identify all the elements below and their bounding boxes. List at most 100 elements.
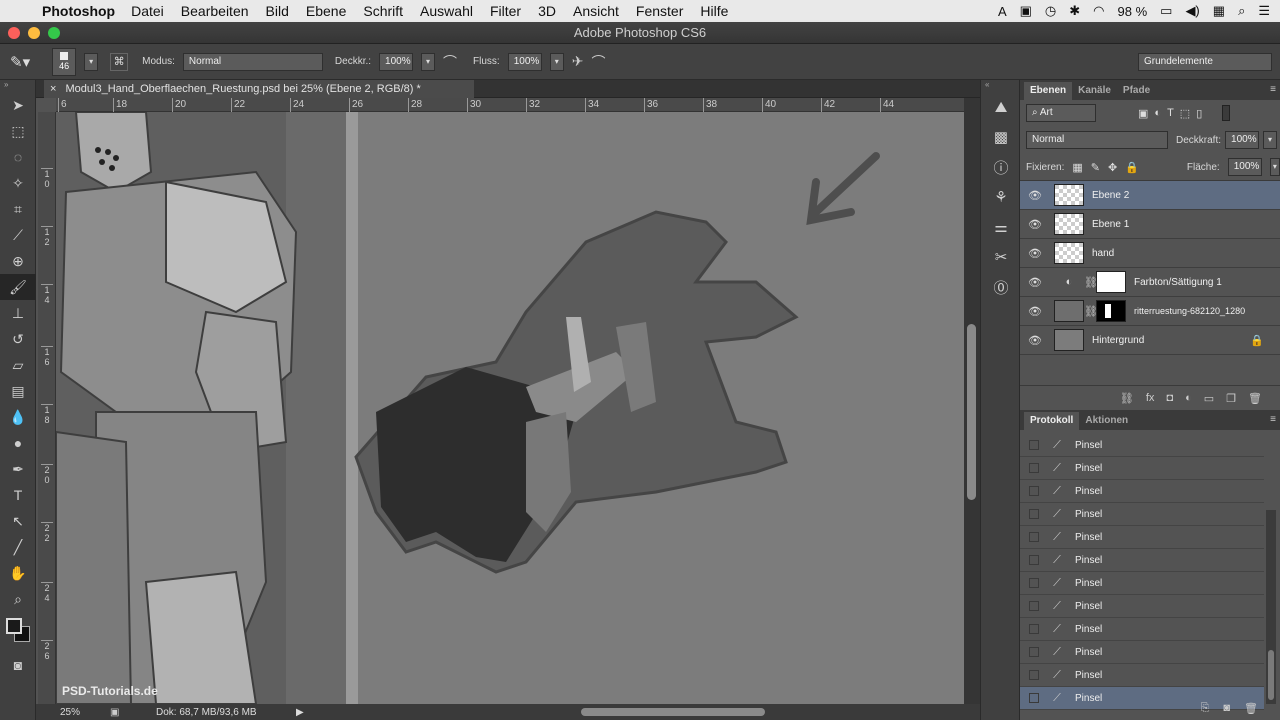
- close-tab-icon[interactable]: ×: [50, 83, 56, 95]
- history-scrollbar[interactable]: [1266, 510, 1276, 704]
- history-brush-tool-icon[interactable]: ↺: [0, 326, 36, 352]
- history-item[interactable]: ⟋ Pinsel: [1020, 549, 1264, 572]
- iconcol-collapse-icon[interactable]: «: [981, 80, 1019, 92]
- history-item[interactable]: ⟋ Pinsel: [1020, 618, 1264, 641]
- zoom-tool-icon[interactable]: ⌕: [0, 586, 36, 612]
- brush-size-dropdown[interactable]: ▾: [84, 52, 99, 71]
- tab-ebenen[interactable]: Ebenen: [1024, 82, 1073, 100]
- brush-tool-preset-icon[interactable]: ✎▾: [10, 53, 30, 71]
- info-panel-icon[interactable]: ⓘ: [981, 152, 1021, 182]
- navigator-panel-icon[interactable]: ▩: [981, 122, 1021, 152]
- fill-input[interactable]: 100%: [1227, 158, 1262, 176]
- pressure-opacity-icon[interactable]: ⌒: [443, 52, 457, 72]
- menu-3d[interactable]: 3D: [538, 3, 556, 19]
- close-window-button[interactable]: [8, 27, 20, 39]
- zoom-window-button[interactable]: [48, 27, 60, 39]
- menu-bearbeiten[interactable]: Bearbeiten: [181, 3, 249, 19]
- tab-pfade[interactable]: Pfade: [1117, 82, 1156, 100]
- add-mask-icon[interactable]: ◘: [1166, 392, 1173, 404]
- blend-mode-select[interactable]: Normal: [1026, 131, 1168, 149]
- layer-filter-select[interactable]: ⌕ Art: [1026, 104, 1096, 122]
- tab-protokoll[interactable]: Protokoll: [1024, 412, 1080, 430]
- visibility-eye-icon[interactable]: 👁: [1020, 276, 1050, 289]
- vertical-scroll-thumb[interactable]: [967, 324, 976, 500]
- history-checkbox[interactable]: [1029, 440, 1039, 450]
- dodge-tool-icon[interactable]: ●: [0, 430, 36, 456]
- workspace-select[interactable]: Grundelemente: [1138, 53, 1272, 71]
- layers-panel-menu-icon[interactable]: ≡: [1270, 84, 1276, 95]
- link-layers-icon[interactable]: ⛓: [1120, 392, 1134, 405]
- layer-opacity-input[interactable]: 100%: [1225, 131, 1260, 149]
- flow-input[interactable]: 100%: [507, 52, 542, 71]
- crop-tool-icon[interactable]: ⌗: [0, 196, 36, 222]
- brush-tool-icon[interactable]: 🖌: [0, 274, 36, 300]
- plugin-panel-icon[interactable]: ⓪: [981, 272, 1021, 302]
- history-checkbox[interactable]: [1029, 532, 1039, 542]
- layer-style-icon[interactable]: fx: [1146, 392, 1155, 404]
- layer-row-hand[interactable]: 👁 hand: [1020, 239, 1280, 268]
- menu-hilfe[interactable]: Hilfe: [700, 3, 728, 19]
- vertical-scrollbar[interactable]: [964, 98, 980, 704]
- menu-bild[interactable]: Bild: [266, 3, 289, 19]
- document-tab[interactable]: × Modul3_Hand_Oberflaechen_Ruestung.psd …: [44, 80, 474, 98]
- adobe-status-icon[interactable]: A: [998, 4, 1007, 19]
- lock-transparency-icon[interactable]: ▦: [1072, 161, 1082, 174]
- history-item[interactable]: ⟋ Pinsel: [1020, 480, 1264, 503]
- tool-presets-panel-icon[interactable]: ✂: [981, 242, 1021, 272]
- filter-adjustment-icon[interactable]: ◐: [1154, 107, 1161, 119]
- layer-row-ebene-1[interactable]: 👁 Ebene 1: [1020, 210, 1280, 239]
- new-document-from-state-icon[interactable]: ⎘: [1201, 702, 1210, 720]
- marquee-tool-icon[interactable]: ⬚: [0, 118, 36, 144]
- history-checkbox[interactable]: [1029, 486, 1039, 496]
- history-checkbox[interactable]: [1029, 670, 1039, 680]
- filter-toggle-switch[interactable]: [1222, 105, 1231, 121]
- lock-position-icon[interactable]: ✥: [1108, 161, 1117, 174]
- tab-aktionen[interactable]: Aktionen: [1079, 412, 1134, 430]
- battery-icon[interactable]: ▭: [1160, 3, 1172, 19]
- volume-icon[interactable]: ◀): [1185, 3, 1199, 19]
- time-machine-icon[interactable]: ◷: [1045, 3, 1056, 19]
- visibility-eye-icon[interactable]: 👁: [1020, 218, 1050, 231]
- menu-app-name[interactable]: Photoshop: [42, 3, 115, 19]
- delete-layer-icon[interactable]: 🗑: [1248, 392, 1262, 405]
- history-checkbox[interactable]: [1029, 463, 1039, 473]
- gradient-tool-icon[interactable]: ▤: [0, 378, 36, 404]
- visibility-eye-icon[interactable]: 👁: [1020, 334, 1050, 347]
- history-scroll-thumb[interactable]: [1268, 650, 1274, 700]
- history-item[interactable]: ⟋ Pinsel: [1020, 595, 1264, 618]
- history-item[interactable]: ⟋ Pinsel: [1020, 457, 1264, 480]
- layer-row-hue-saturation[interactable]: 👁 ◐ ⛓ Farbton/Sättigung 1: [1020, 268, 1280, 297]
- menu-fenster[interactable]: Fenster: [636, 3, 683, 19]
- healing-brush-tool-icon[interactable]: ⊕: [0, 248, 36, 274]
- new-layer-icon[interactable]: ❐: [1226, 392, 1236, 405]
- path-selection-tool-icon[interactable]: ↖: [0, 508, 36, 534]
- lasso-tool-icon[interactable]: ◌: [0, 144, 36, 170]
- pen-tool-icon[interactable]: ✒: [0, 456, 36, 482]
- menu-ebene[interactable]: Ebene: [306, 3, 346, 19]
- menu-ansicht[interactable]: Ansicht: [573, 3, 619, 19]
- new-adjustment-icon[interactable]: ◐: [1185, 392, 1192, 404]
- menu-datei[interactable]: Datei: [131, 3, 164, 19]
- history-checkbox[interactable]: [1029, 601, 1039, 611]
- opacity-dropdown[interactable]: ▾: [421, 52, 436, 71]
- tab-kanaele[interactable]: Kanäle: [1072, 82, 1117, 100]
- eyedropper-tool-icon[interactable]: ⟋: [0, 222, 36, 248]
- menu-filter[interactable]: Filter: [490, 3, 521, 19]
- spotlight-search-icon[interactable]: ⌕: [1238, 3, 1245, 19]
- bluetooth-icon[interactable]: ✱: [1069, 3, 1080, 19]
- layer-opacity-dropdown[interactable]: ▾: [1263, 131, 1278, 149]
- layer-row-hintergrund[interactable]: 👁 Hintergrund 🔒: [1020, 326, 1280, 355]
- history-checkbox[interactable]: [1029, 555, 1039, 565]
- notification-list-icon[interactable]: ☰: [1258, 3, 1270, 19]
- status-info-icon[interactable]: ▣: [110, 707, 130, 718]
- history-item[interactable]: ⟋ Pinsel: [1020, 503, 1264, 526]
- brush-panel-toggle-icon[interactable]: ⌘: [110, 52, 129, 71]
- new-group-icon[interactable]: ▭: [1204, 392, 1214, 405]
- filter-shape-icon[interactable]: ⬚: [1180, 107, 1190, 120]
- type-tool-icon[interactable]: T: [0, 482, 36, 508]
- status-menu-arrow-icon[interactable]: ▶: [296, 707, 304, 718]
- lock-pixels-icon[interactable]: ✎: [1091, 161, 1100, 174]
- history-item[interactable]: ⟋ Pinsel: [1020, 572, 1264, 595]
- fill-dropdown[interactable]: ▾: [1269, 158, 1280, 176]
- airbrush-icon[interactable]: ✈: [572, 53, 584, 70]
